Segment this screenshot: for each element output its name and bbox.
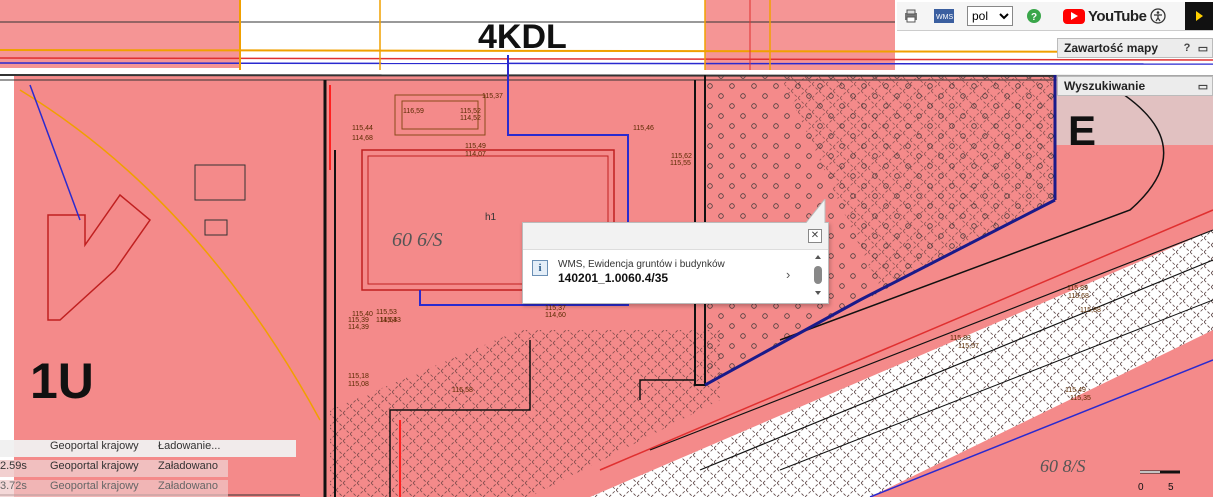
search-panel-title: Wyszukiwanie	[1064, 79, 1146, 93]
elevation-label: 115,35	[1070, 395, 1091, 402]
elevation-label: 114,39	[348, 324, 369, 331]
popup-layer-name: WMS, Ewidencja gruntów i budynków	[558, 259, 725, 270]
elevation-label: 114,52	[460, 115, 481, 122]
elevation-label: 115,89	[1067, 285, 1088, 292]
elevation-label: 115,44	[352, 125, 373, 132]
minimize-icon[interactable]: ▭	[1196, 41, 1210, 55]
status-time: 2.59s	[0, 460, 27, 472]
side-panel-toggle-icon[interactable]	[1185, 2, 1213, 30]
parcel-label-60-6s: 60 6/S	[392, 229, 443, 251]
elevation-label: 115,53	[376, 309, 397, 316]
zone-label-4kdl: 4KDL	[478, 18, 567, 56]
popup-header	[523, 223, 828, 250]
status-source: Geoportal krajowy	[50, 480, 139, 492]
status-message: Załadowano	[158, 480, 218, 492]
close-icon[interactable]: ✕	[808, 229, 822, 243]
elevation-label: 115,37	[482, 93, 503, 100]
feature-info-popup: ✕ i WMS, Ewidencja gruntów i budynków 14…	[522, 199, 829, 304]
info-icon: i	[532, 260, 548, 276]
print-icon[interactable]	[901, 6, 921, 26]
chevron-right-icon[interactable]: ›	[786, 267, 790, 282]
status-message: Załadowano	[158, 460, 218, 472]
popup-pointer	[805, 199, 826, 225]
svg-text:?: ?	[1031, 12, 1037, 23]
elevation-label: 115,55	[670, 160, 691, 167]
minimize-icon[interactable]: ▭	[1196, 79, 1210, 93]
elevation-label: 115,37	[545, 305, 566, 312]
help-icon[interactable]: ?	[1180, 41, 1194, 55]
status-log-panel: Geoportal krajowy Ładowanie... 2.59s Geo…	[0, 440, 296, 497]
contents-panel-title: Zawartość mapy	[1064, 41, 1159, 55]
contents-panel-header[interactable]: Zawartość mapy ? ▭	[1057, 38, 1213, 58]
elevation-label: 116,59	[403, 108, 424, 115]
elevation-label: 115,49	[1065, 387, 1086, 394]
elevation-label: 115,68	[1068, 293, 1089, 300]
elevation-label: 114,68	[352, 135, 373, 142]
parcel-label-60-8s: 60 8/S	[1040, 456, 1086, 476]
youtube-play-icon	[1063, 8, 1085, 24]
elevation-label: 115,88	[1080, 307, 1101, 314]
status-message: Ładowanie...	[158, 440, 221, 452]
status-row: 3.72s Geoportal krajowy Załadowano	[0, 480, 228, 497]
building-label-h1: h1	[485, 212, 497, 223]
accessibility-icon[interactable]	[1149, 6, 1167, 26]
status-source: Geoportal krajowy	[50, 440, 139, 452]
search-panel-header[interactable]: Wyszukiwanie ▭	[1057, 76, 1213, 96]
youtube-label: YouTube	[1088, 7, 1147, 25]
elevation-label: 115,39	[348, 317, 369, 324]
help-icon[interactable]: ?	[1025, 6, 1043, 26]
scale-label-0: 0	[1138, 482, 1144, 493]
status-row: Geoportal krajowy Ładowanie...	[0, 440, 296, 457]
status-time: 3.72s	[0, 480, 27, 492]
zone-label-1u: 1U	[30, 353, 94, 409]
zone-label-e: E	[1068, 107, 1096, 154]
elevation-label: 115,83	[950, 335, 971, 342]
elevation-label: 115,08	[348, 381, 369, 388]
elevation-label: 115,46	[633, 125, 654, 132]
status-row: 2.59s Geoportal krajowy Załadowano	[0, 460, 228, 477]
youtube-link[interactable]: YouTube	[1063, 5, 1147, 27]
elevation-label: 115,58	[452, 387, 473, 394]
elevation-label: 115,62	[671, 153, 692, 160]
wms-icon[interactable]: WMS	[933, 6, 955, 26]
elevation-label: 115,57	[958, 343, 979, 350]
elevation-label: 114,60	[545, 312, 566, 319]
elevation-label: 115,52	[460, 108, 481, 115]
elevation-label: 115,49	[465, 143, 486, 150]
top-toolbar: WMS pol ? YouTube	[897, 2, 1213, 31]
scale-label-5: 5	[1168, 482, 1174, 493]
elevation-label: 114,64	[376, 317, 397, 324]
popup-scrollbar[interactable]	[812, 253, 824, 299]
language-select[interactable]: pol	[967, 6, 1013, 26]
svg-text:WMS: WMS	[936, 14, 953, 21]
status-source: Geoportal krajowy	[50, 460, 139, 472]
elevation-label: 114,07	[465, 151, 486, 158]
elevation-label: 115,18	[348, 373, 369, 380]
popup-parcel-id[interactable]: 140201_1.0060.4/35	[558, 271, 668, 285]
